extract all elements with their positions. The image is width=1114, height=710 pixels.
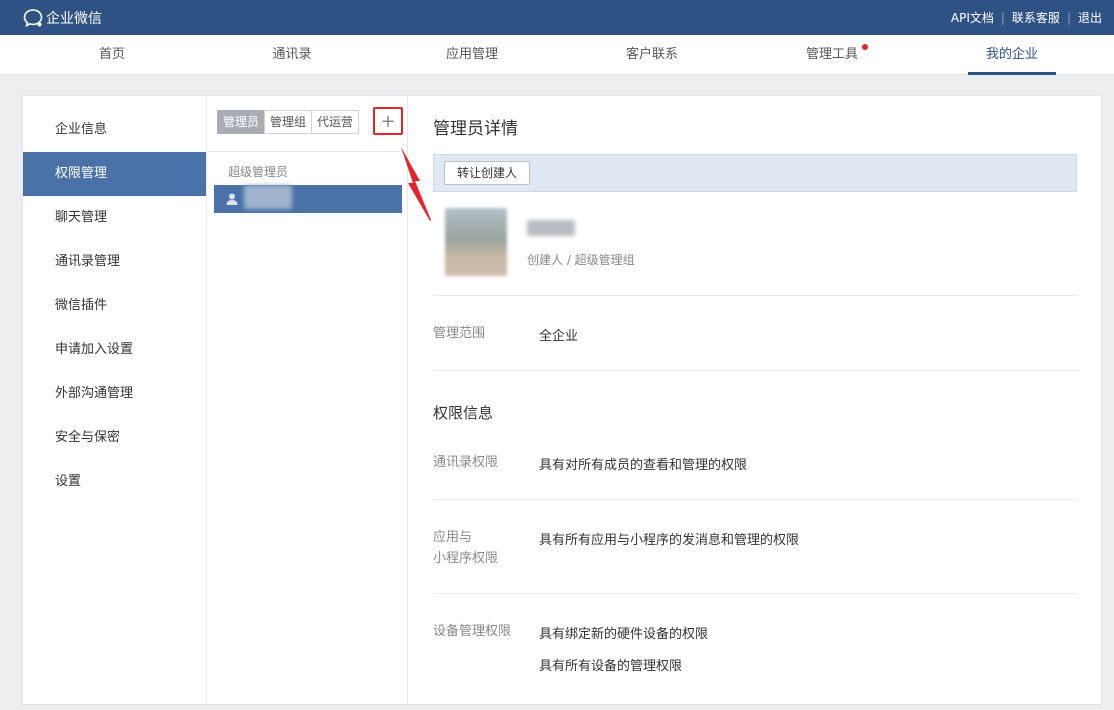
divider — [433, 499, 1077, 500]
chat-bubble-icon — [23, 8, 43, 27]
top-links: API文档 | 联系客服 | 退出 — [951, 0, 1102, 35]
top-bar: 企业微信 API文档 | 联系客服 | 退出 — [0, 0, 1114, 35]
active-tab-indicator — [968, 72, 1056, 75]
sidebar-item-permission-management[interactable]: 权限管理 — [23, 152, 206, 196]
nav-management-tools-label: 管理工具 — [805, 47, 858, 62]
apps-permission-label-line1: 应用与 — [433, 530, 473, 545]
super-admin-group-label: 超级管理员 — [228, 165, 289, 179]
divider — [433, 370, 1077, 371]
detail-action-bar: 转让创建人 — [433, 154, 1077, 192]
logout-link[interactable]: 退出 — [1078, 9, 1102, 26]
tab-admin-groups[interactable]: 管理组 — [264, 110, 313, 134]
apps-permission-label-line2: 小程序权限 — [433, 551, 499, 566]
page-title: 管理员详情 — [433, 119, 518, 139]
plus-icon: + — [380, 110, 396, 132]
scope-label: 管理范围 — [433, 326, 486, 341]
nav-management-tools[interactable]: 管理工具 — [772, 35, 892, 75]
nav-app-management[interactable]: 应用管理 — [412, 35, 532, 75]
divider — [433, 295, 1077, 296]
admin-list-column: 管理员 管理组 代运营 + 超级管理员 — [208, 96, 408, 704]
device-permission-value-1: 具有绑定新的硬件设备的权限 — [539, 627, 709, 642]
sidebar-item-enterprise-info[interactable]: 企业信息 — [23, 108, 206, 152]
admin-tabs: 管理员 管理组 代运营 — [217, 110, 360, 134]
scope-value: 全企业 — [539, 329, 579, 344]
tab-agency-operation[interactable]: 代运营 — [311, 110, 360, 134]
link-separator: | — [1000, 10, 1005, 25]
nav-my-enterprise-label: 我的企业 — [985, 47, 1038, 62]
apps-permission-value: 具有所有应用与小程序的发消息和管理的权限 — [539, 533, 800, 548]
transfer-creator-button[interactable]: 转让创建人 — [444, 161, 531, 185]
blurred-admin-name — [244, 185, 292, 209]
person-icon — [226, 193, 238, 205]
contacts-permission-label: 通讯录权限 — [433, 455, 499, 470]
sidebar-item-join-settings[interactable]: 申请加入设置 — [23, 328, 206, 372]
avatar — [445, 208, 507, 276]
main-panel: 企业信息 权限管理 聊天管理 通讯录管理 微信插件 申请加入设置 外部沟通管理 … — [22, 95, 1102, 705]
tab-administrators[interactable]: 管理员 — [217, 110, 266, 134]
sidebar-item-chat-management[interactable]: 聊天管理 — [23, 196, 206, 240]
nav-my-enterprise[interactable]: 我的企业 — [968, 35, 1056, 75]
nav-home[interactable]: 首页 — [52, 35, 172, 75]
sidebar-item-settings[interactable]: 设置 — [23, 460, 206, 504]
app-logo[interactable]: 企业微信 — [22, 0, 102, 35]
admin-list-item[interactable] — [214, 185, 402, 213]
contacts-permission-value: 具有对所有成员的查看和管理的权限 — [539, 458, 748, 473]
apps-permission-label: 应用与 小程序权限 — [433, 527, 498, 569]
app-name: 企业微信 — [46, 10, 102, 27]
divider — [433, 593, 1077, 594]
add-admin-button[interactable]: + — [373, 107, 403, 135]
divider — [208, 151, 408, 152]
nav-contacts[interactable]: 通讯录 — [232, 35, 352, 75]
sidebar-item-external-communication[interactable]: 外部沟通管理 — [23, 372, 206, 416]
permissions-section-title: 权限信息 — [433, 404, 494, 422]
nav-customer-contact[interactable]: 客户联系 — [592, 35, 712, 75]
device-permission-value-2: 具有所有设备的管理权限 — [539, 659, 683, 674]
sidebar-item-wechat-plugin[interactable]: 微信插件 — [23, 284, 206, 328]
main-nav: 首页 通讯录 应用管理 客户联系 管理工具 我的企业 — [0, 35, 1114, 75]
admin-role: 创建人 / 超级管理组 — [527, 253, 635, 267]
device-permission-label: 设备管理权限 — [433, 624, 512, 639]
contact-support-link[interactable]: 联系客服 — [1012, 9, 1060, 26]
notification-dot — [862, 44, 868, 50]
sidebar-item-contacts-management[interactable]: 通讯录管理 — [23, 240, 206, 284]
link-separator: | — [1066, 10, 1071, 25]
sidebar-item-security[interactable]: 安全与保密 — [23, 416, 206, 460]
red-arrow-annotation — [401, 147, 431, 221]
blurred-admin-display-name — [527, 220, 575, 236]
api-docs-link[interactable]: API文档 — [951, 9, 994, 26]
sidebar: 企业信息 权限管理 聊天管理 通讯录管理 微信插件 申请加入设置 外部沟通管理 … — [23, 96, 207, 704]
